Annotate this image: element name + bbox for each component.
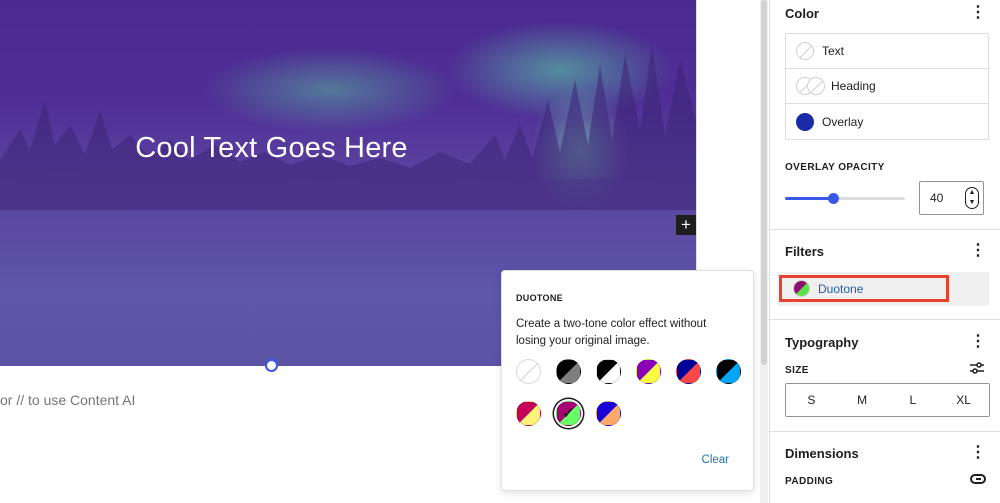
duotone-row: Duotone: [777, 272, 989, 306]
paragraph-placeholder[interactable]: or // to use Content AI: [0, 392, 135, 408]
opacity-value: 40: [930, 191, 944, 205]
duotone-swatch-blue-orange[interactable]: [596, 401, 621, 426]
duotone-swatch-purple-yellow[interactable]: [636, 359, 661, 384]
size-option-s[interactable]: S: [786, 384, 837, 416]
padding-label: PADDING: [785, 476, 834, 487]
color-item-label: Text: [822, 44, 845, 58]
duotone-swatch-blue-red[interactable]: [676, 359, 701, 384]
panel-divider: [770, 319, 1000, 320]
font-size-picker: S M L XL: [785, 383, 990, 417]
slider-thumb[interactable]: [828, 193, 839, 204]
size-option-m[interactable]: M: [837, 384, 888, 416]
cover-title[interactable]: Cool Text Goes Here: [0, 132, 543, 165]
duotone-swatch-purple-green[interactable]: ✓: [556, 401, 581, 426]
link-sides-icon[interactable]: [970, 474, 986, 484]
popover-title: DUOTONE: [516, 293, 563, 303]
size-option-xl[interactable]: XL: [938, 384, 989, 416]
duotone-swatch-magenta-yellow[interactable]: [516, 401, 541, 426]
stepper-icon[interactable]: ▲ ▼: [965, 187, 979, 209]
color-item-heading[interactable]: Heading: [786, 69, 988, 104]
editor-screen: Cool Text Goes Here + or // to use Conte…: [0, 0, 1000, 503]
resize-handle[interactable]: [265, 359, 278, 372]
clear-button[interactable]: Clear: [702, 454, 729, 466]
add-block-button[interactable]: +: [676, 215, 696, 235]
color-item-text[interactable]: Text: [786, 34, 988, 69]
empty-swatch-pair-icon: [796, 77, 825, 95]
dimensions-options-icon[interactable]: ⋮: [970, 445, 986, 461]
duotone-label: Duotone: [818, 281, 864, 296]
popover-description: Create a two-tone color effect without l…: [516, 318, 707, 347]
duotone-swatch-dark-grayscale[interactable]: [556, 359, 581, 384]
overlay-opacity-slider[interactable]: [785, 193, 905, 204]
duotone-swatch-midnight[interactable]: [716, 359, 741, 384]
overlay-swatch-icon: [796, 112, 814, 131]
color-item-label: Heading: [831, 79, 876, 93]
duotone-swatch-unset[interactable]: [516, 359, 541, 384]
overlay-opacity-input[interactable]: 40 ▲ ▼: [919, 181, 984, 215]
scrollbar-thumb[interactable]: [761, 0, 767, 365]
slider-fill: [785, 197, 833, 200]
filters-options-icon[interactable]: ⋮: [970, 243, 986, 259]
empty-swatch-icon: [796, 42, 814, 60]
color-options-icon[interactable]: ⋮: [970, 5, 986, 21]
panel-divider: [770, 431, 1000, 432]
settings-sidebar: Color ⋮ Text Heading Overlay OVERLAY OPA…: [769, 0, 1000, 503]
duotone-swatch-grayscale[interactable]: [596, 359, 621, 384]
color-list: Text Heading Overlay: [785, 33, 989, 140]
dimensions-panel-title: Dimensions: [785, 446, 859, 461]
typography-panel-title: Typography: [785, 335, 859, 350]
cover-image-trees: [0, 45, 696, 210]
overlay-opacity-label: OVERLAY OPACITY: [785, 162, 885, 173]
selected-check-icon: ✓: [562, 405, 575, 422]
filters-panel-title: Filters: [785, 244, 825, 259]
size-label: SIZE: [785, 365, 809, 376]
color-item-label: Overlay: [822, 114, 864, 129]
custom-size-icon[interactable]: [970, 362, 984, 374]
duotone-popover: DUOTONE Create a two-tone color effect w…: [501, 270, 754, 491]
typography-options-icon[interactable]: ⋮: [970, 334, 986, 350]
color-panel-title: Color: [785, 6, 819, 21]
color-item-overlay[interactable]: Overlay: [786, 104, 988, 139]
duotone-button[interactable]: Duotone: [779, 275, 949, 302]
duotone-swatch-icon: [793, 280, 810, 297]
panel-divider: [770, 229, 1000, 230]
size-option-l[interactable]: L: [888, 384, 939, 416]
canvas-edge: [696, 0, 697, 270]
